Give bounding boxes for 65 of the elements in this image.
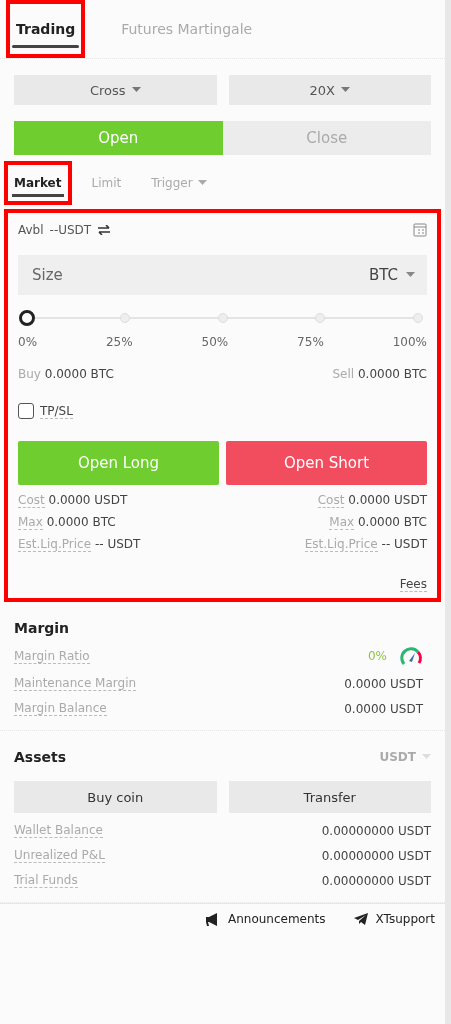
row-label: Maintenance Margin bbox=[14, 676, 137, 691]
stat-label: Cost bbox=[317, 493, 345, 508]
tick-label: 50% bbox=[201, 335, 229, 349]
paper-plane-icon bbox=[353, 913, 368, 925]
sell-label: Sell bbox=[332, 367, 355, 381]
slider-stop-icon[interactable] bbox=[119, 313, 130, 323]
row-label: Unrealized P&L bbox=[14, 848, 105, 863]
footer-link[interactable]: Announcements bbox=[204, 912, 326, 926]
fees-link[interactable]: Fees bbox=[399, 577, 427, 592]
stat-label: Est.Liq.Price bbox=[18, 537, 92, 552]
row-value: 0.00000000 USDT bbox=[321, 873, 431, 888]
caret-icon bbox=[340, 87, 350, 93]
row-value: 0.0000 USDT bbox=[344, 701, 423, 716]
tab[interactable]: Trading bbox=[6, 0, 86, 58]
tick-label: 100% bbox=[392, 335, 427, 349]
tick-label: 0% bbox=[18, 335, 38, 349]
available-label: Avbl bbox=[18, 223, 44, 237]
slider-thumb[interactable] bbox=[19, 310, 35, 326]
action-button[interactable]: Buy coin bbox=[14, 781, 217, 813]
slider-stop-icon[interactable] bbox=[217, 313, 228, 323]
margin-ratio-value: 0% bbox=[367, 649, 387, 663]
tick-label: 25% bbox=[105, 335, 133, 349]
tick-label: 75% bbox=[297, 335, 324, 349]
stat-label: Cost bbox=[18, 493, 45, 508]
caret-icon bbox=[406, 272, 415, 278]
stat-label: Max bbox=[18, 515, 43, 530]
footer-link[interactable]: XTsupport bbox=[353, 912, 435, 926]
buy-value: 0.0000 BTC bbox=[44, 367, 114, 381]
caret-icon bbox=[131, 87, 141, 93]
section-title: Assets bbox=[14, 749, 67, 765]
action-button[interactable]: Transfer bbox=[228, 781, 431, 813]
unit-label[interactable]: BTC bbox=[368, 266, 398, 284]
available-value: --USDT bbox=[49, 223, 92, 237]
dropdown[interactable]: Cross bbox=[14, 75, 217, 105]
dropdown[interactable]: 20X bbox=[228, 75, 431, 105]
calculator-icon[interactable] bbox=[413, 223, 427, 237]
row-label: Wallet Balance bbox=[14, 823, 103, 838]
order-type-tab[interactable]: Market bbox=[4, 161, 72, 205]
stat-value: 0.0000 BTC bbox=[357, 515, 427, 529]
section-title: Margin bbox=[14, 620, 71, 636]
row-value: 0.00000000 USDT bbox=[321, 848, 431, 863]
row-value: 0.0000 USDT bbox=[344, 676, 423, 691]
slider-stop-icon[interactable] bbox=[413, 313, 423, 323]
row-label: Margin Balance bbox=[14, 701, 107, 716]
buy-label: Buy bbox=[18, 367, 41, 381]
swap-icon[interactable] bbox=[97, 225, 112, 235]
stat-value: 0.0000 USDT bbox=[48, 493, 128, 507]
row-value: 0.00000000 USDT bbox=[321, 823, 431, 838]
stat-value: 0.0000 USDT bbox=[348, 493, 427, 507]
size-field[interactable]: Size BTC bbox=[18, 255, 427, 295]
caret-icon bbox=[422, 754, 431, 760]
open-short-button[interactable]: Open Short bbox=[226, 441, 427, 485]
slider-stop-icon[interactable] bbox=[315, 313, 326, 323]
gauge-icon bbox=[399, 646, 423, 666]
stat-value: -- USDT bbox=[381, 537, 427, 551]
stat-label: Max bbox=[329, 515, 355, 530]
stat-value: -- USDT bbox=[94, 537, 141, 551]
stat-value: 0.0000 BTC bbox=[46, 515, 116, 529]
sell-value: 0.0000 BTC bbox=[357, 367, 427, 381]
megaphone-icon bbox=[204, 912, 220, 926]
tpsl-label[interactable]: TP/SL bbox=[40, 403, 73, 419]
row-label: Trial Funds bbox=[14, 873, 78, 888]
stat-label: Est.Liq.Price bbox=[304, 537, 378, 552]
checkbox[interactable] bbox=[18, 403, 34, 419]
row-label: Margin Ratio bbox=[14, 648, 90, 664]
